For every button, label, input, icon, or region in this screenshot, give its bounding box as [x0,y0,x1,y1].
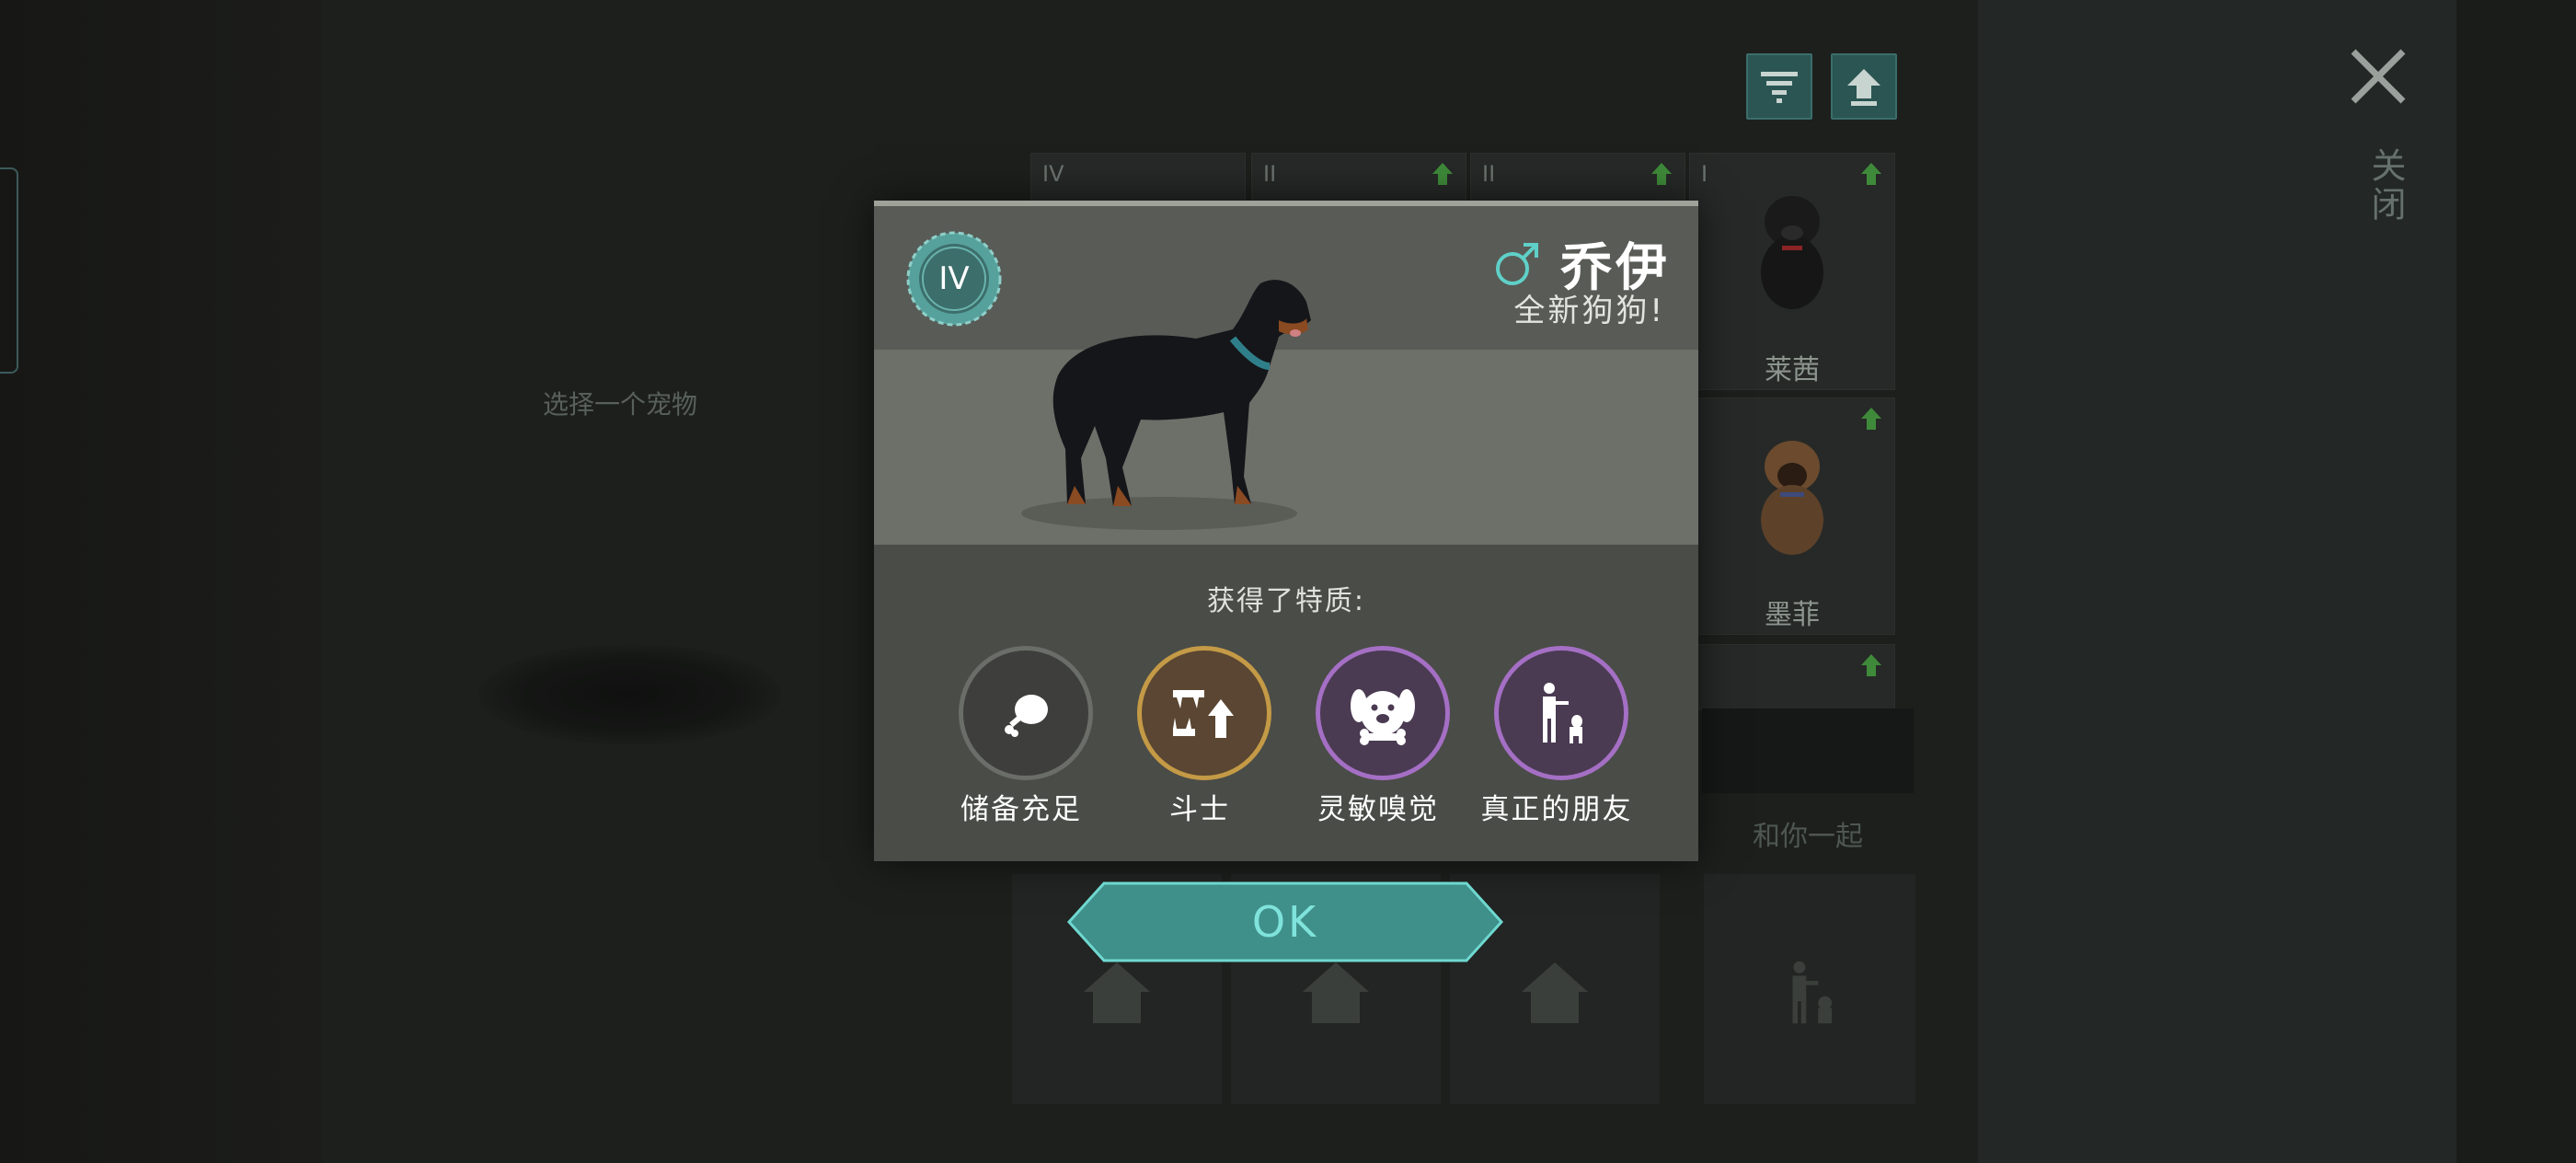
person-with-dog-icon [1543,683,1582,743]
house-icon [1522,962,1588,1023]
pet-card-lassie[interactable]: I 莱茜 [1689,153,1895,390]
companion-slot-header [1702,708,1914,793]
sort-icon [1761,72,1798,103]
pet-card-name: 莱茜 [1765,354,1820,386]
pet-card-level: II [1482,161,1496,187]
sort-button[interactable] [1746,53,1812,120]
upgrade-arrow-icon [1861,408,1881,430]
house-icon [1303,962,1369,1023]
upgrade-filter-button[interactable] [1831,53,1897,120]
puppy-portrait [1761,196,1823,309]
pet-subtitle: 全新狗狗! [1513,293,1665,329]
ok-label: OK [1251,897,1319,947]
meat-icon [1005,695,1048,737]
pet-card-level: I [1701,161,1708,187]
with-you-label: 和你一起 [1753,821,1863,853]
level-roman: IV [938,260,970,297]
close-panel [2456,0,2576,1163]
pet-card-level: II [1263,161,1277,187]
puppy-portrait [1761,441,1823,555]
traits-title: 获得了特质: [1206,585,1366,617]
companion-slot[interactable] [1704,874,1915,1104]
upload-arrow-icon [1847,69,1880,106]
ok-button[interactable]: OK [1067,881,1503,962]
trait-label: 灵敏嗅觉 [1317,793,1439,826]
pet-card-name: 墨菲 [1765,599,1820,631]
upgrade-arrow-icon [1432,163,1453,185]
pet-card-murphy[interactable]: 墨菲 [1689,397,1895,635]
pet-card[interactable] [1689,644,1895,710]
person-with-dog-icon [1792,961,1833,1024]
upgrade-arrow-icon [1861,163,1881,185]
trait-label: 储备充足 [960,793,1082,826]
close-label[interactable]: 关闭 [2361,147,2411,225]
new-pet-dialog: IV 乔伊 全新狗狗! 获得了特质: 储备充足 斗士 灵敏嗅觉 真正的朋友 [874,201,1698,861]
fangs-up-icon [1173,690,1234,738]
trait-label: 斗士 [1169,793,1230,826]
trait-icon-circle [1494,646,1628,780]
pet-platform-shadow [478,644,782,745]
house-icon [1084,962,1150,1023]
trait-icon-circle [1137,646,1271,780]
trait-icon-circle [1316,646,1450,780]
dog-face-icon [1351,689,1415,745]
side-tab-handle[interactable] [0,167,18,374]
rottweiler-figure [1021,280,1311,530]
pet-preview-panel [0,0,322,1163]
level-badge: IV [905,230,1003,328]
upgrade-arrow-icon [1861,654,1881,676]
trait-label: 真正的朋友 [1480,793,1633,826]
male-icon [1496,242,1538,285]
upgrade-arrow-icon [1651,163,1672,185]
close-icon[interactable] [2346,44,2410,109]
trait-icon-circle [959,646,1093,780]
select-pet-hint: 选择一个宠物 [543,389,698,420]
pet-card-level: IV [1042,161,1064,187]
